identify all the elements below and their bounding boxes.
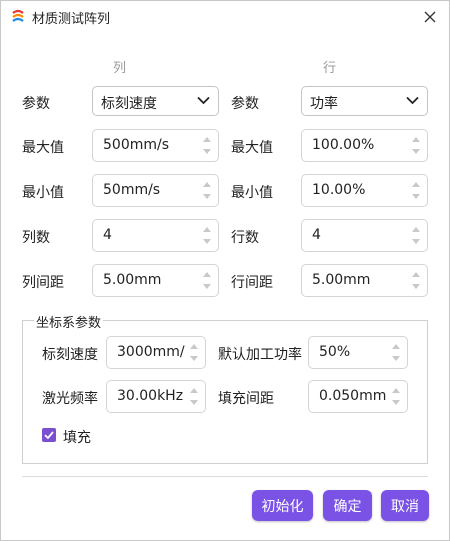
spin-up-icon[interactable] <box>203 182 211 187</box>
fill-spacing-label: 填充间距 <box>218 391 274 407</box>
spin-up-icon[interactable] <box>190 344 198 349</box>
row-count-spinbox[interactable]: 4 <box>301 219 428 252</box>
row-param-value: 功率 <box>310 96 338 112</box>
column-min-value: 50mm/s <box>103 182 161 198</box>
column-spacing-spinbox[interactable]: 5.00mm <box>92 264 219 297</box>
row-spacing-label: 行间距 <box>231 275 273 291</box>
column-param-value: 标刻速度 <box>101 96 157 112</box>
default-power-value: 50% <box>319 344 351 360</box>
column-param-label: 参数 <box>22 96 50 112</box>
spin-down-icon[interactable] <box>412 149 420 154</box>
row-param-label: 参数 <box>231 96 259 112</box>
column-count-label: 列数 <box>22 230 50 246</box>
spin-up-icon[interactable] <box>392 344 400 349</box>
close-button[interactable] <box>417 5 443 29</box>
spin-down-icon[interactable] <box>203 149 211 154</box>
fill-spacing-value: 0.050mm <box>319 388 387 404</box>
check-icon <box>44 431 54 440</box>
initialize-button[interactable]: 初始化 <box>252 490 313 521</box>
default-power-spinbox[interactable]: 50% <box>308 336 408 369</box>
column-max-value: 500mm/s <box>103 137 170 153</box>
row-param-select[interactable]: 功率 <box>301 86 428 116</box>
row-min-spinbox[interactable]: 10.00% <box>301 174 428 207</box>
mark-speed-label: 标刻速度 <box>42 347 98 363</box>
row-max-spinbox[interactable]: 100.00% <box>301 129 428 162</box>
laser-frequency-spinbox[interactable]: 30.00kHz <box>106 380 206 413</box>
spin-down-icon[interactable] <box>412 239 420 244</box>
row-max-value: 100.00% <box>312 137 375 153</box>
column-count-value: 4 <box>103 227 112 243</box>
column-count-spinbox[interactable]: 4 <box>92 219 219 252</box>
spin-down-icon[interactable] <box>392 356 400 361</box>
column-min-spinbox[interactable]: 50mm/s <box>92 174 219 207</box>
spin-up-icon[interactable] <box>412 272 420 277</box>
chevron-down-icon <box>406 96 419 105</box>
material-test-array-dialog: 材质测试阵列 列 行 参数 标刻速度 最大值 500mm/s 最小值 50mm/… <box>0 0 450 541</box>
column-header-columns: 列 <box>113 61 127 76</box>
row-spacing-value: 5.00mm <box>312 272 371 288</box>
row-spacing-spinbox[interactable]: 5.00mm <box>301 264 428 297</box>
spin-up-icon[interactable] <box>203 137 211 142</box>
mark-speed-spinbox[interactable]: 3000mm/ <box>106 336 206 369</box>
row-min-label: 最小值 <box>231 185 273 201</box>
fill-checkbox[interactable] <box>42 428 56 442</box>
chevron-down-icon <box>197 96 210 105</box>
spin-down-icon[interactable] <box>190 400 198 405</box>
column-max-spinbox[interactable]: 500mm/s <box>92 129 219 162</box>
spin-up-icon[interactable] <box>412 137 420 142</box>
close-icon <box>424 11 436 23</box>
spin-up-icon[interactable] <box>392 388 400 393</box>
column-spacing-label: 列间距 <box>22 275 64 291</box>
cancel-button[interactable]: 取消 <box>381 490 429 521</box>
column-header-rows: 行 <box>323 61 337 76</box>
row-count-value: 4 <box>312 227 321 243</box>
row-max-label: 最大值 <box>231 140 273 156</box>
footer-divider <box>22 476 428 477</box>
column-min-label: 最小值 <box>22 185 64 201</box>
spin-down-icon[interactable] <box>203 284 211 289</box>
fill-spacing-spinbox[interactable]: 0.050mm <box>308 380 408 413</box>
app-logo-icon <box>10 8 26 24</box>
mark-speed-value: 3000mm/ <box>117 344 185 360</box>
column-spacing-value: 5.00mm <box>103 272 162 288</box>
spin-down-icon[interactable] <box>190 356 198 361</box>
spin-down-icon[interactable] <box>203 239 211 244</box>
laser-frequency-value: 30.00kHz <box>117 388 184 404</box>
coordinate-params-group-title: 坐标系参数 <box>34 312 104 331</box>
spin-down-icon[interactable] <box>392 400 400 405</box>
spin-up-icon[interactable] <box>203 227 211 232</box>
window-title: 材质测试阵列 <box>32 12 111 27</box>
column-max-label: 最大值 <box>22 140 64 156</box>
laser-frequency-label: 激光频率 <box>42 391 98 407</box>
spin-up-icon[interactable] <box>412 182 420 187</box>
column-param-select[interactable]: 标刻速度 <box>92 86 219 116</box>
spin-up-icon[interactable] <box>190 388 198 393</box>
fill-checkbox-label: 填充 <box>63 430 91 446</box>
spin-up-icon[interactable] <box>412 227 420 232</box>
title-bar: 材质测试阵列 <box>1 1 449 33</box>
spin-down-icon[interactable] <box>203 194 211 199</box>
spin-up-icon[interactable] <box>203 272 211 277</box>
default-power-label: 默认加工功率 <box>218 347 302 363</box>
spin-down-icon[interactable] <box>412 194 420 199</box>
row-count-label: 行数 <box>231 230 259 246</box>
row-min-value: 10.00% <box>312 182 366 198</box>
ok-button[interactable]: 确定 <box>323 490 372 521</box>
spin-down-icon[interactable] <box>412 284 420 289</box>
